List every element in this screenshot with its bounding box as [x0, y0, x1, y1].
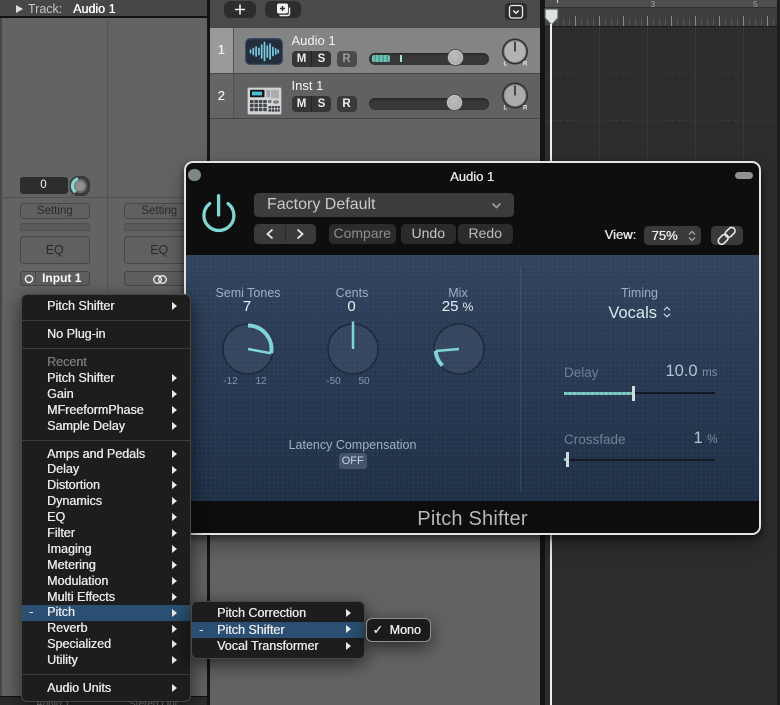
svg-text:R: R: [523, 106, 528, 112]
svg-text:L: L: [503, 106, 507, 112]
svg-text:R: R: [523, 61, 528, 67]
svg-text:L: L: [503, 61, 507, 67]
